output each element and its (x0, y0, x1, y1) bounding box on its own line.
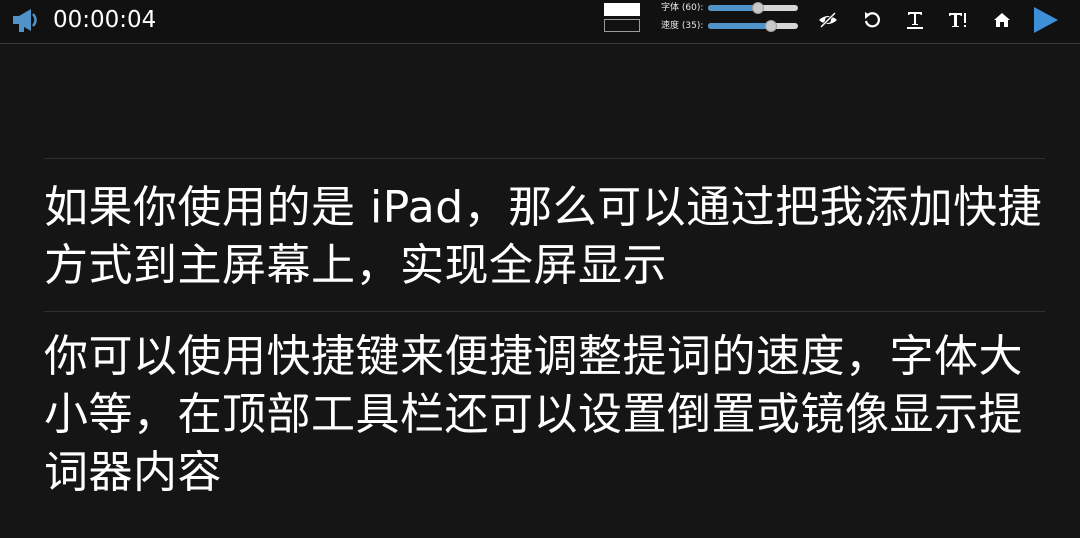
text-size-button[interactable] (947, 8, 971, 32)
eye-off-icon (819, 11, 837, 29)
text-color-swatch[interactable] (604, 3, 640, 16)
font-size-fill (708, 5, 758, 11)
home-icon (994, 13, 1010, 27)
teleprompter-script[interactable]: 如果你使用的是 iPad，那么可以通过把我添加快捷方式到主屏幕上，实现全屏显示 … (44, 158, 1045, 518)
speed-thumb[interactable] (765, 20, 777, 32)
top-toolbar: 00:00:04 字体 (60): 速度 (35): (0, 0, 1080, 44)
elapsed-timer: 00:00:04 (53, 7, 157, 33)
text-icon (907, 12, 923, 29)
speed-fill (708, 23, 771, 29)
mirror-toggle-button[interactable] (816, 8, 840, 32)
home-button[interactable] (990, 8, 1014, 32)
play-button[interactable] (1031, 4, 1061, 36)
script-paragraph: 如果你使用的是 iPad，那么可以通过把我添加快捷方式到主屏幕上，实现全屏显示 (44, 158, 1045, 311)
speed-track (708, 23, 798, 29)
font-size-slider[interactable] (708, 2, 798, 14)
reset-icon (864, 12, 880, 28)
megaphone-icon[interactable] (10, 6, 40, 34)
reset-button[interactable] (860, 8, 884, 32)
font-size-thumb[interactable] (751, 2, 764, 14)
font-size-label: 字体 (60): (661, 3, 704, 13)
flip-text-button[interactable] (903, 8, 927, 32)
speed-slider[interactable] (708, 20, 798, 32)
background-color-swatch[interactable] (604, 19, 640, 32)
play-icon (1034, 7, 1058, 33)
text-size-icon (949, 13, 966, 27)
speed-label: 速度 (35): (661, 21, 704, 31)
script-paragraph: 你可以使用快捷键来便捷调整提词的速度，字体大小等，在顶部工具栏还可以设置倒置或镜… (44, 311, 1045, 518)
